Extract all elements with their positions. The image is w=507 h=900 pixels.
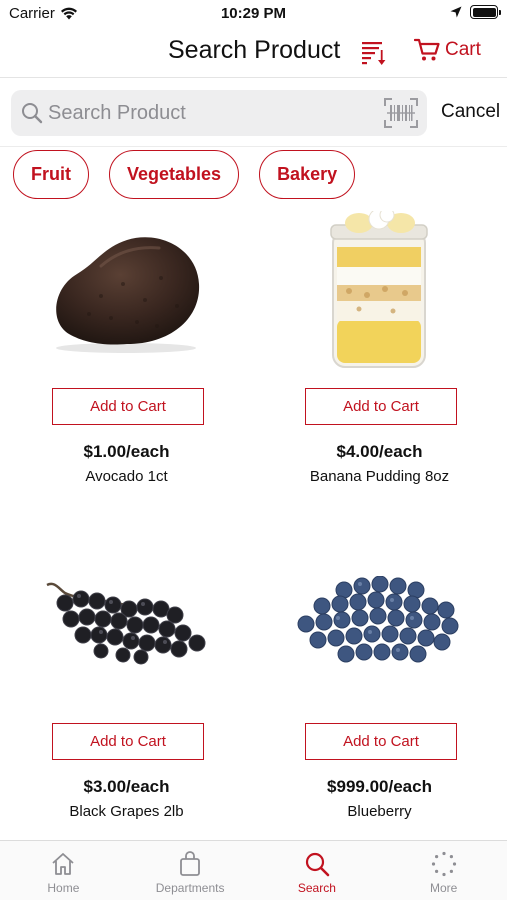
tab-search[interactable]: Search — [254, 841, 381, 900]
tab-label: Search — [297, 881, 336, 895]
tab-label: Departments — [155, 881, 225, 895]
product-card[interactable]: Add to Cart $999.00/each Blueberry — [253, 543, 506, 878]
add-to-cart-button[interactable]: Add to Cart — [305, 723, 457, 760]
product-price: $1.00/each — [83, 442, 170, 461]
divider — [0, 146, 507, 147]
product-card[interactable]: Add to Cart $3.00/each Black Grapes 2lb — [0, 543, 253, 878]
add-to-cart-button[interactable]: Add to Cart — [52, 388, 204, 425]
cart-button[interactable]: Cart — [414, 38, 481, 62]
product-card[interactable]: Add to Cart $1.00/each Avocado 1ct — [0, 208, 253, 543]
product-price: $999.00/each — [327, 777, 432, 796]
add-to-cart-button[interactable]: Add to Cart — [305, 388, 457, 425]
navigation-bar: Search Product Cart — [0, 30, 507, 78]
search-box[interactable] — [11, 90, 427, 136]
page-title: Search Product — [168, 36, 341, 64]
search-icon — [305, 852, 330, 877]
barcode-scanner-icon[interactable] — [383, 97, 419, 129]
product-name: Blueberry — [347, 803, 412, 820]
search-row: Cancel — [0, 90, 507, 138]
avocado-image[interactable] — [26, 208, 226, 373]
search-input[interactable] — [48, 90, 378, 136]
tab-more[interactable]: More — [380, 841, 507, 900]
status-bar: Carrier 10:29 PM — [0, 0, 507, 30]
location-arrow-icon — [450, 6, 462, 18]
product-card[interactable]: Add to Cart $4.00/each Banana Pudding 8o… — [253, 208, 506, 543]
home-icon — [52, 853, 74, 875]
black-grapes-image[interactable] — [26, 543, 226, 708]
sort-button[interactable] — [360, 38, 388, 66]
sort-icon — [362, 42, 386, 65]
tab-departments[interactable]: Departments — [127, 841, 254, 900]
category-chip-bakery[interactable]: Bakery — [259, 150, 356, 199]
more-dots-icon — [431, 851, 456, 877]
battery-icon — [470, 5, 501, 19]
product-name: Black Grapes 2lb — [69, 803, 184, 820]
blueberries-image[interactable] — [279, 543, 479, 708]
tab-home[interactable]: Home — [0, 841, 127, 900]
product-price: $4.00/each — [336, 442, 423, 461]
product-name: Banana Pudding 8oz — [309, 468, 450, 485]
clock: 10:29 PM — [220, 5, 287, 22]
search-icon — [22, 103, 43, 124]
category-chip-fruit[interactable]: Fruit — [13, 150, 89, 199]
cart-label: Cart — [445, 39, 481, 60]
category-chip-vegetables[interactable]: Vegetables — [109, 150, 240, 199]
tab-label: More — [429, 881, 458, 895]
banana-pudding-image[interactable] — [279, 208, 479, 373]
product-name: Avocado 1ct — [85, 468, 168, 485]
shopping-bag-icon — [180, 851, 201, 876]
cancel-button[interactable]: Cancel — [441, 101, 500, 123]
add-to-cart-button[interactable]: Add to Cart — [52, 723, 204, 760]
tab-label: Home — [47, 881, 80, 895]
category-chips: Fruit Vegetables Bakery — [13, 150, 356, 199]
cart-icon — [414, 38, 440, 61]
tab-bar: Home Departments Search More — [0, 840, 507, 900]
product-price: $3.00/each — [83, 777, 170, 796]
